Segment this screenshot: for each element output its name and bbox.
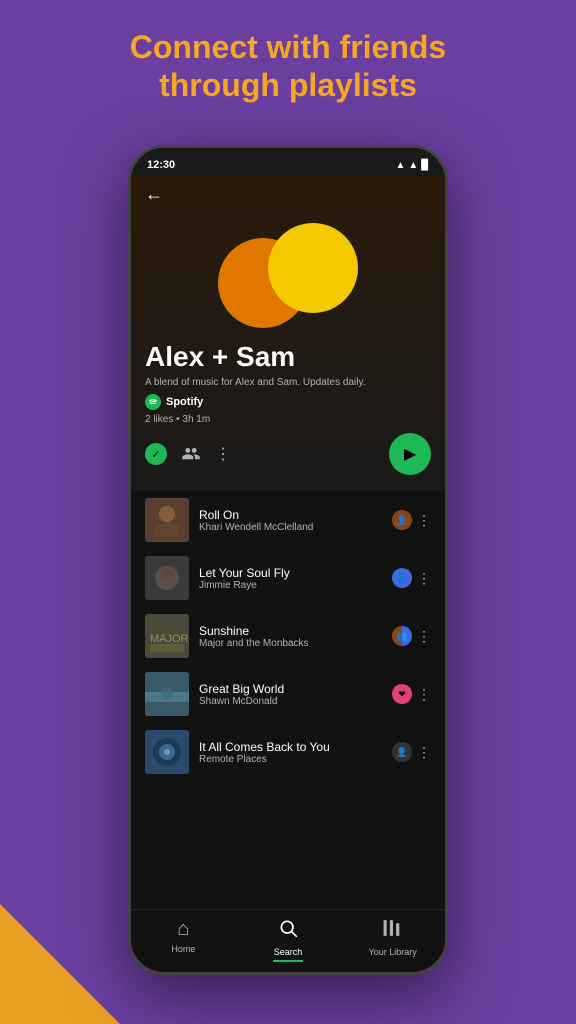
playlist-artwork (131, 213, 445, 333)
track-artist: Major and the Monbacks (199, 638, 382, 649)
track-actions: 👤 ⋮ (392, 510, 431, 530)
track-thumbnail: MAJOR (145, 614, 189, 658)
library-icon (382, 918, 404, 944)
track-name: Roll On (199, 508, 382, 522)
track-info: It All Comes Back to You Remote Places (199, 740, 382, 765)
phone-frame: 12:30 ▲ ▲ ▉ ← Alex + Sam A blend of musi… (128, 145, 448, 975)
spotify-logo (145, 394, 161, 410)
signal-icon: ▲ (395, 160, 405, 171)
hero-area: ← Alex + Sam A blend of music for Alex a… (131, 176, 445, 491)
track-info: Sunshine Major and the Monbacks (199, 624, 382, 649)
track-name: Let Your Soul Fly (199, 566, 382, 580)
track-info: Roll On Khari Wendell McClelland (199, 508, 382, 533)
bottom-navigation: ⌂ Home Search (131, 909, 445, 972)
user-avatars: 👥 (392, 626, 412, 646)
add-friend-button[interactable] (181, 444, 201, 465)
home-label: Home (171, 944, 195, 954)
track-more-button[interactable]: ⋮ (417, 570, 431, 587)
track-item: It All Comes Back to You Remote Places 👤… (131, 723, 445, 781)
track-item: Roll On Khari Wendell McClelland 👤 ⋮ (131, 491, 445, 549)
battery-icon: ▉ (421, 160, 429, 171)
wifi-icon: ▲ (408, 160, 418, 171)
check-button[interactable]: ✓ (145, 443, 167, 465)
track-list: Roll On Khari Wendell McClelland 👤 ⋮ (131, 491, 445, 909)
library-label: Your Library (369, 947, 417, 957)
bg-decoration (0, 904, 120, 1024)
search-icon (278, 918, 298, 944)
user-avatar: 👤 (392, 742, 412, 762)
brand-row: Spotify (131, 394, 445, 410)
track-actions: 👥 ⋮ (392, 626, 431, 646)
track-more-button[interactable]: ⋮ (417, 628, 431, 645)
back-button[interactable]: ← (131, 176, 445, 213)
track-artist: Shawn McDonald (199, 696, 382, 707)
svg-text:MAJOR: MAJOR (150, 633, 189, 645)
track-actions: 👤 ⋮ (392, 742, 431, 762)
more-options-button[interactable]: ⋮ (215, 444, 231, 464)
track-name: It All Comes Back to You (199, 740, 382, 754)
search-label: Search (274, 947, 303, 957)
track-thumbnail (145, 498, 189, 542)
track-actions: 👤 ⋮ (392, 568, 431, 588)
track-thumbnail (145, 556, 189, 600)
track-item: Great Big World Shawn McDonald ❤ ⋮ (131, 665, 445, 723)
controls-row: ✓ ⋮ ▶ (131, 433, 445, 475)
track-name: Great Big World (199, 682, 382, 696)
header-section: Connect with friends through playlists (0, 28, 576, 105)
user-avatar: ❤ (392, 684, 412, 704)
phone-screen: 12:30 ▲ ▲ ▉ ← Alex + Sam A blend of musi… (131, 148, 445, 972)
playlist-description: A blend of music for Alex and Sam. Updat… (131, 377, 445, 388)
user-avatar: 👤 (392, 568, 412, 588)
track-artist: Remote Places (199, 754, 382, 765)
circle-yellow (268, 223, 358, 313)
track-artist: Jimmie Raye (199, 580, 382, 591)
track-actions: ❤ ⋮ (392, 684, 431, 704)
play-button[interactable]: ▶ (389, 433, 431, 475)
track-artist: Khari Wendell McClelland (199, 522, 382, 533)
camera-notch (278, 148, 298, 156)
stats-row: 2 likes • 3h 1m (131, 414, 445, 425)
nav-home[interactable]: ⌂ Home (131, 918, 236, 962)
track-info: Great Big World Shawn McDonald (199, 682, 382, 707)
nav-library[interactable]: Your Library (340, 918, 445, 962)
track-name: Sunshine (199, 624, 382, 638)
header-title: Connect with friends through playlists (0, 28, 576, 105)
brand-name: Spotify (166, 396, 203, 408)
track-more-button[interactable]: ⋮ (417, 744, 431, 761)
user-avatar: 👤 (392, 510, 412, 530)
nav-search[interactable]: Search (236, 918, 341, 962)
track-thumbnail (145, 730, 189, 774)
status-time: 12:30 (147, 159, 175, 171)
active-indicator (273, 960, 303, 962)
playlist-title: Alex + Sam (131, 341, 445, 373)
track-item: Let Your Soul Fly Jimmie Raye 👤 ⋮ (131, 549, 445, 607)
track-more-button[interactable]: ⋮ (417, 512, 431, 529)
track-item: MAJOR Sunshine Major and the Monbacks 👥 … (131, 607, 445, 665)
home-icon: ⌂ (177, 918, 189, 941)
track-info: Let Your Soul Fly Jimmie Raye (199, 566, 382, 591)
track-more-button[interactable]: ⋮ (417, 686, 431, 703)
track-thumbnail (145, 672, 189, 716)
status-icons: ▲ ▲ ▉ (395, 160, 429, 171)
